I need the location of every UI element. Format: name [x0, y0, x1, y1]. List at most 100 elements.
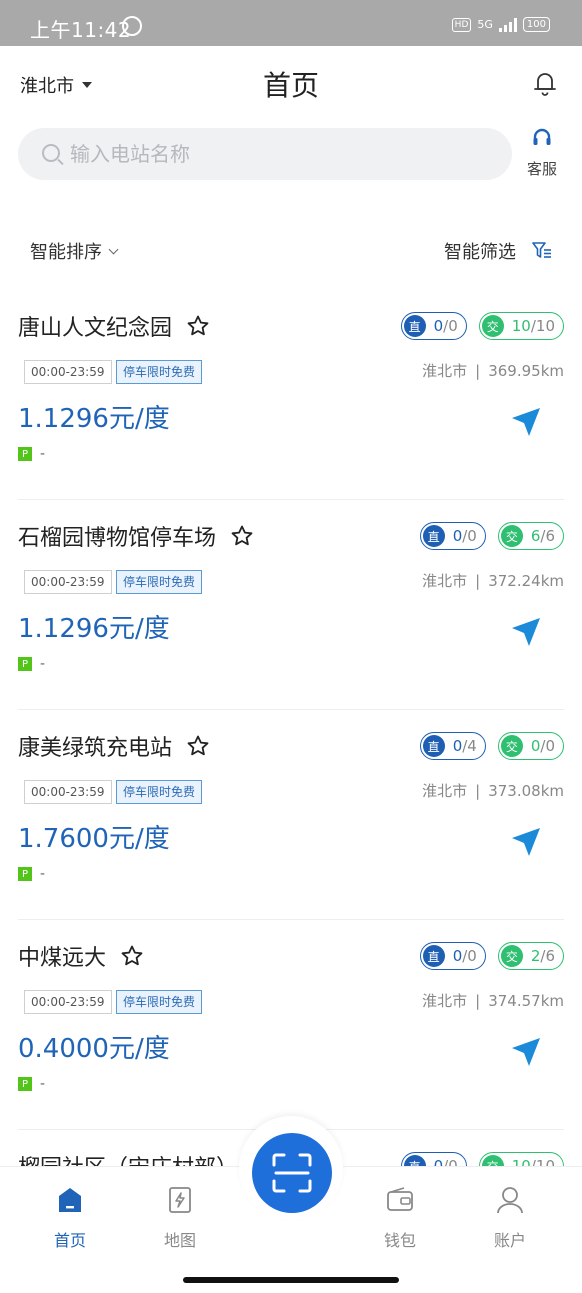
- parking-icon: P: [18, 1077, 32, 1091]
- dc-free-count: 0: [452, 737, 463, 755]
- ac-badge: 交: [481, 315, 504, 337]
- station-location: 淮北市 | 372.24km: [422, 572, 564, 590]
- station-city: 淮北市: [422, 572, 468, 590]
- signal-icon: [498, 17, 517, 32]
- sort-label: 智能排序: [30, 242, 102, 263]
- status-bar: 上午11:42 HD 5G 100: [0, 0, 582, 46]
- parking-free-tag: 停车限时免费: [116, 780, 203, 804]
- ac-free-count: 10: [511, 317, 531, 335]
- station-name-row: 唐山人文纪念园: [18, 310, 210, 342]
- dc-total-count: 0: [467, 527, 477, 545]
- ac-free-count: 2: [530, 947, 541, 965]
- home-indicator: [183, 1277, 399, 1283]
- parking-icon: P: [18, 447, 32, 461]
- dc-badge: 直: [422, 735, 445, 757]
- opening-hours: 00:00-23:59: [24, 570, 112, 594]
- status-right: HD 5G 100: [451, 17, 550, 32]
- home-icon: [59, 1188, 81, 1212]
- station-distance: 369.95km: [488, 362, 564, 380]
- navigation-arrow-icon[interactable]: [510, 1036, 542, 1068]
- ac-charger-tag: 交 10/10: [478, 312, 564, 340]
- top-bar: 淮北市 首页: [0, 46, 582, 120]
- station-city: 淮北市: [422, 782, 468, 800]
- parking-icon: P: [18, 867, 32, 881]
- tab-account[interactable]: 账户: [480, 1185, 540, 1251]
- star-icon[interactable]: [120, 944, 144, 968]
- hd-icon: HD: [451, 17, 472, 32]
- bell-icon[interactable]: [534, 70, 556, 96]
- opening-hours: 00:00-23:59: [24, 780, 112, 804]
- station-name-row: 康美绿筑充电站: [18, 730, 210, 762]
- customer-service-button[interactable]: 客服: [522, 128, 562, 179]
- star-icon[interactable]: [186, 734, 210, 758]
- page-title: 首页: [262, 69, 319, 102]
- station-distance: 374.57km: [488, 992, 564, 1010]
- ac-badge: 交: [500, 735, 523, 757]
- sort-filter-bar: 智能排序 智能筛选: [0, 236, 582, 268]
- station-name: 石榴园博物馆停车场: [18, 526, 217, 551]
- station-card[interactable]: 康美绿筑充电站 直 0/4 交 0/0 00:00-23:59 停车限时免费 淮…: [18, 710, 564, 920]
- dc-badge: 直: [422, 945, 445, 967]
- chevron-down-icon: [108, 244, 119, 254]
- star-icon[interactable]: [230, 524, 254, 548]
- tab-map-label: 地图: [163, 1231, 196, 1250]
- charger-tags: 直 0/0 交 6/6: [419, 522, 564, 550]
- station-card[interactable]: 唐山人文纪念园 直 0/0 交 10/10 00:00-23:59 停车限时免费…: [18, 290, 564, 500]
- navigation-arrow-icon[interactable]: [510, 616, 542, 648]
- network-label: 5G: [477, 18, 493, 31]
- ac-badge: 交: [500, 525, 523, 547]
- ac-free-count: 6: [530, 527, 541, 545]
- station-card[interactable]: 中煤远大 直 0/0 交 2/6 00:00-23:59 停车限时免费 淮北市 |…: [18, 920, 564, 1130]
- navigation-arrow-icon[interactable]: [510, 826, 542, 858]
- station-distance: 373.08km: [488, 782, 564, 800]
- battery-icon: 100: [522, 17, 550, 32]
- station-city: 淮北市: [422, 992, 468, 1010]
- ac-total-count: 6: [545, 527, 555, 545]
- dc-badge: 直: [403, 315, 426, 337]
- customer-service-label: 客服: [526, 160, 557, 178]
- dc-free-count: 0: [452, 527, 463, 545]
- dc-charger-tag: 直 0/0: [400, 312, 467, 340]
- ac-free-count: 0: [530, 737, 541, 755]
- parking-info: P-: [18, 1076, 45, 1092]
- wallet-icon: [387, 1187, 413, 1211]
- opening-hours: 00:00-23:59: [24, 360, 112, 384]
- station-location: 淮北市 | 373.08km: [422, 782, 564, 800]
- parking-free-tag: 停车限时免费: [116, 990, 203, 1014]
- station-name: 唐山人文纪念园: [18, 316, 173, 341]
- filter-label: 智能筛选: [444, 242, 516, 263]
- station-location: 淮北市 | 369.95km: [422, 362, 564, 380]
- status-time: 上午11:42: [30, 18, 132, 42]
- tab-map[interactable]: 地图: [150, 1185, 210, 1251]
- station-card[interactable]: 石榴园博物馆停车场 直 0/0 交 6/6 00:00-23:59 停车限时免费…: [18, 500, 564, 710]
- navigation-arrow-icon[interactable]: [510, 406, 542, 438]
- search-icon: [42, 144, 60, 162]
- station-price: 0.4000元/度: [18, 1034, 170, 1064]
- tab-wallet-label: 钱包: [383, 1231, 416, 1250]
- parking-info-text: -: [40, 866, 46, 882]
- station-price: 1.1296元/度: [18, 614, 170, 644]
- station-list: 唐山人文纪念园 直 0/0 交 10/10 00:00-23:59 停车限时免费…: [0, 290, 582, 1190]
- tab-home-label: 首页: [53, 1231, 86, 1250]
- parking-info-text: -: [40, 656, 46, 672]
- ac-charger-tag: 交 6/6: [497, 522, 564, 550]
- sort-dropdown[interactable]: 智能排序: [30, 238, 119, 264]
- search-bar: [18, 128, 512, 180]
- parking-info: P-: [18, 446, 45, 462]
- scan-button[interactable]: [252, 1133, 332, 1213]
- dc-total-count: 4: [467, 737, 477, 755]
- star-icon[interactable]: [186, 314, 210, 338]
- scan-icon: [272, 1153, 312, 1193]
- tab-home[interactable]: 首页: [40, 1185, 100, 1251]
- tab-wallet[interactable]: 钱包: [370, 1185, 430, 1251]
- dc-free-count: 0: [452, 947, 463, 965]
- tab-account-label: 账户: [493, 1231, 526, 1250]
- ac-badge: 交: [500, 945, 523, 967]
- charger-tags: 直 0/0 交 2/6: [419, 942, 564, 970]
- station-city: 淮北市: [422, 362, 468, 380]
- search-input[interactable]: [70, 128, 490, 180]
- filter-button[interactable]: 智能筛选: [444, 238, 552, 264]
- user-icon: [497, 1187, 523, 1214]
- charger-tags: 直 0/0 交 10/10: [400, 312, 564, 340]
- filter-icon: [532, 242, 551, 258]
